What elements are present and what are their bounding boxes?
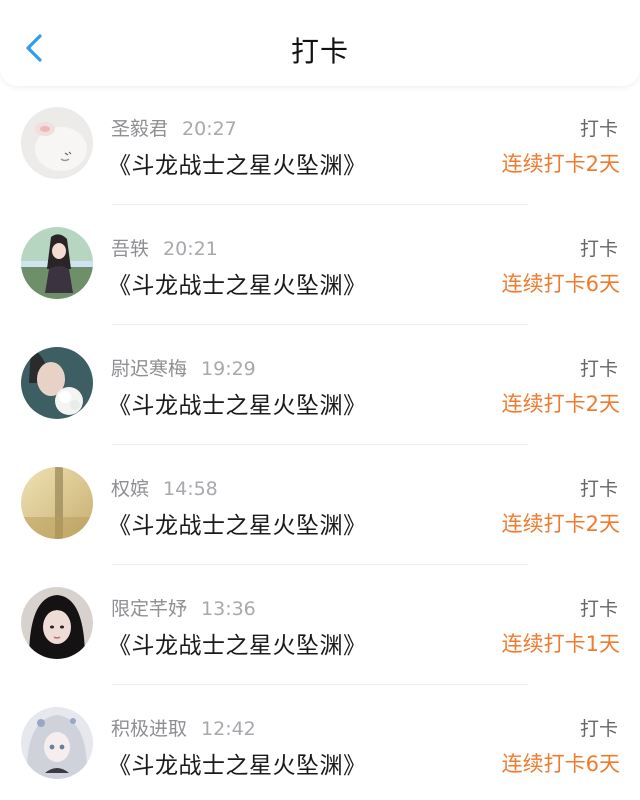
checkin-action[interactable]: 打卡	[580, 714, 618, 741]
page-title: 打卡	[290, 35, 349, 68]
divider	[112, 564, 528, 565]
username[interactable]: 尉迟寒梅	[111, 358, 187, 380]
user-meta: 积极进取 12:42	[111, 714, 256, 741]
avatar[interactable]	[21, 707, 93, 779]
book-title[interactable]: 《斗龙战士之星火坠渊》	[108, 386, 367, 420]
username[interactable]: 权嫔	[111, 478, 149, 500]
user-meta: 尉迟寒梅 19:29	[111, 354, 256, 381]
book-title[interactable]: 《斗龙战士之星火坠渊》	[108, 746, 367, 780]
avatar[interactable]	[21, 587, 93, 659]
username[interactable]: 圣毅君	[111, 118, 168, 140]
checkin-time: 20:21	[163, 238, 218, 260]
streak-label: 连续打卡1天	[501, 632, 620, 656]
avatar[interactable]	[21, 347, 93, 419]
username[interactable]: 限定芊妤	[111, 598, 187, 620]
streak-label: 连续打卡2天	[501, 392, 620, 416]
checkin-action[interactable]: 打卡	[580, 114, 618, 141]
divider	[112, 444, 528, 445]
list-item[interactable]: 积极进取 12:42 《斗龙战士之星火坠渊》 打卡 连续打卡6天	[0, 686, 640, 800]
divider	[112, 324, 528, 325]
book-title[interactable]: 《斗龙战士之星火坠渊》	[108, 146, 367, 180]
nav-header: 打卡	[0, 0, 640, 86]
list-item[interactable]: 限定芊妤 13:36 《斗龙战士之星火坠渊》 打卡 连续打卡1天	[0, 566, 640, 686]
username[interactable]: 积极进取	[111, 718, 187, 740]
book-title[interactable]: 《斗龙战士之星火坠渊》	[108, 626, 367, 660]
divider	[112, 204, 528, 205]
checkin-time: 19:29	[201, 358, 256, 380]
username[interactable]: 吾轶	[111, 238, 149, 260]
divider	[112, 684, 528, 685]
streak-label: 连续打卡2天	[501, 152, 620, 176]
list-item[interactable]: 权嫔 14:58 《斗龙战士之星火坠渊》 打卡 连续打卡2天	[0, 446, 640, 566]
user-meta: 吾轶 20:21	[111, 234, 218, 261]
book-title[interactable]: 《斗龙战士之星火坠渊》	[108, 266, 367, 300]
checkin-time: 20:27	[182, 118, 237, 140]
avatar[interactable]	[21, 467, 93, 539]
list-item[interactable]: 尉迟寒梅 19:29 《斗龙战士之星火坠渊》 打卡 连续打卡2天	[0, 326, 640, 446]
checkin-action[interactable]: 打卡	[580, 594, 618, 621]
user-meta: 权嫔 14:58	[111, 474, 218, 501]
checkin-list: 圣毅君 20:27 《斗龙战士之星火坠渊》 打卡 连续打卡2天 吾轶 20:21	[0, 86, 640, 800]
user-meta: 圣毅君 20:27	[111, 114, 237, 141]
avatar[interactable]	[21, 107, 93, 179]
checkin-action[interactable]: 打卡	[580, 354, 618, 381]
streak-label: 连续打卡2天	[501, 512, 620, 536]
checkin-page: 打卡 圣毅君 20:27 《斗龙战士之星火坠渊》 打卡 连续打卡2天 吾轶 20…	[0, 0, 640, 800]
avatar[interactable]	[21, 227, 93, 299]
user-meta: 限定芊妤 13:36	[111, 594, 256, 621]
checkin-action[interactable]: 打卡	[580, 234, 618, 261]
list-item[interactable]: 圣毅君 20:27 《斗龙战士之星火坠渊》 打卡 连续打卡2天	[0, 86, 640, 206]
streak-label: 连续打卡6天	[501, 272, 620, 296]
checkin-time: 12:42	[201, 718, 256, 740]
checkin-action[interactable]: 打卡	[580, 474, 618, 501]
streak-label: 连续打卡6天	[501, 752, 620, 776]
list-item[interactable]: 吾轶 20:21 《斗龙战士之星火坠渊》 打卡 连续打卡6天	[0, 206, 640, 326]
checkin-time: 14:58	[163, 478, 218, 500]
book-title[interactable]: 《斗龙战士之星火坠渊》	[108, 506, 367, 540]
checkin-time: 13:36	[201, 598, 256, 620]
